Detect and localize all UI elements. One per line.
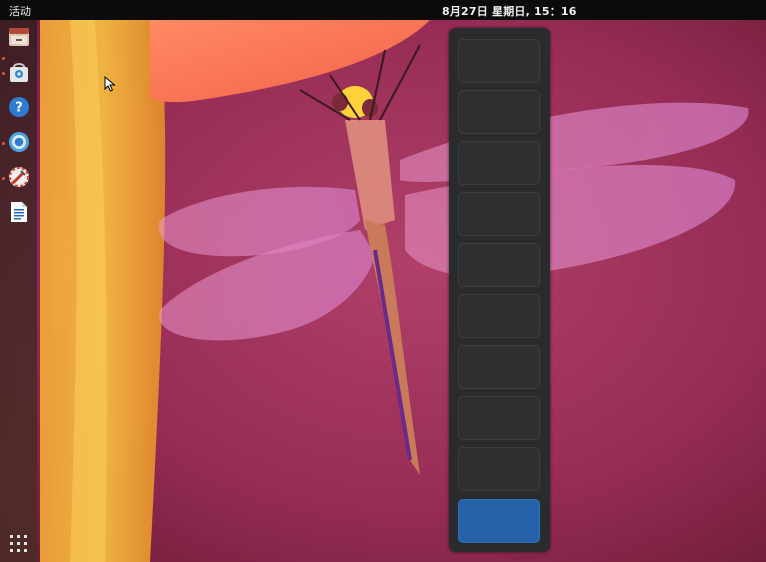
svg-text:?: ? bbox=[15, 101, 23, 116]
workspace-thumbnail-9[interactable] bbox=[458, 447, 540, 491]
desktop-wallpaper bbox=[0, 20, 766, 562]
dock-item-text-editor[interactable] bbox=[7, 200, 31, 224]
mouse-pointer-icon bbox=[104, 76, 116, 92]
dock-item-system-tools[interactable] bbox=[7, 165, 31, 189]
apps-grid-icon[interactable] bbox=[10, 535, 27, 552]
running-indicator bbox=[2, 177, 5, 180]
workspace-thumbnail-6[interactable] bbox=[458, 294, 540, 338]
running-indicator bbox=[2, 57, 5, 60]
workspace-thumbnail-8[interactable] bbox=[458, 396, 540, 440]
running-indicator bbox=[2, 142, 5, 145]
chrome-icon bbox=[9, 132, 29, 152]
workspace-thumbnail-2[interactable] bbox=[458, 90, 540, 134]
dock-item-software-store[interactable] bbox=[7, 60, 31, 84]
activities-button[interactable]: 活动 bbox=[9, 3, 31, 19]
workspace-thumbnail-3[interactable] bbox=[458, 141, 540, 185]
date-time-clock[interactable]: 8月27日 星期日, 15：16 bbox=[442, 3, 577, 19]
dock-item-file-cabinet[interactable] bbox=[7, 25, 31, 49]
help-icon: ? bbox=[9, 97, 29, 117]
dock-item-chrome[interactable] bbox=[7, 130, 31, 154]
workspace-thumbnail-5[interactable] bbox=[458, 243, 540, 287]
text-editor-icon bbox=[11, 202, 27, 222]
file-cabinet-icon bbox=[9, 28, 29, 46]
workspace-thumbnail-4[interactable] bbox=[458, 192, 540, 236]
dock-item-help[interactable]: ? bbox=[7, 95, 31, 119]
workspace-thumbnail-1[interactable] bbox=[458, 39, 540, 83]
top-bar: 活动 8月27日 星期日, 15：16 bbox=[0, 0, 766, 20]
running-indicator bbox=[2, 72, 5, 75]
system-tools-icon bbox=[9, 167, 29, 187]
dock: ? bbox=[0, 20, 37, 562]
workspace-thumbnail-10-active[interactable] bbox=[458, 499, 540, 543]
workspace-switcher bbox=[449, 28, 550, 552]
software-store-icon bbox=[10, 63, 28, 82]
workspace-thumbnail-7[interactable] bbox=[458, 345, 540, 389]
